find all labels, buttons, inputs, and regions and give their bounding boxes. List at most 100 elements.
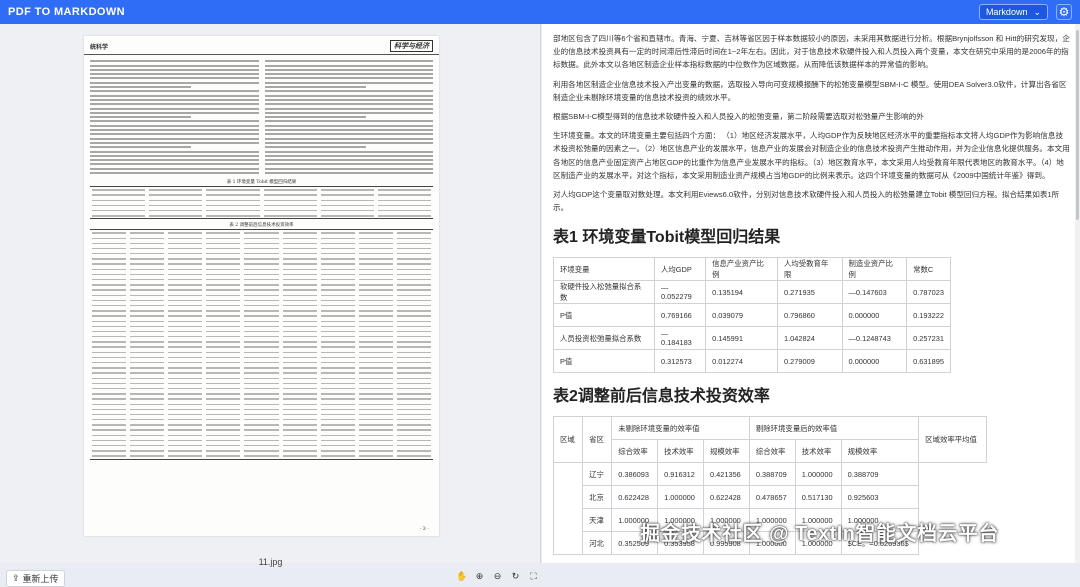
table-cell: —0.052279 [653, 280, 707, 305]
scan-text-line [264, 111, 433, 114]
scan-text-line [90, 94, 259, 97]
zoom-out-icon[interactable]: ⊖ [492, 571, 503, 582]
table-cell: 0.388709 [840, 462, 920, 487]
table-cell: 0.517130 [794, 485, 842, 510]
upload-icon: ⇪ [12, 573, 20, 583]
scanned-page-image: 统科学 科学与经济 表 1 环境变量 Tobit 模型回归结果 表 2 调整前后… [84, 36, 439, 536]
table-header-cell: 综合效率 [611, 439, 659, 464]
table-cell: 软硬件投入松弛量拟合系数 [553, 280, 655, 305]
table-cell: 0.925603 [840, 485, 920, 510]
hand-icon[interactable]: ✋ [456, 571, 467, 582]
scan-text-line [90, 137, 259, 140]
scan-text-line [264, 129, 433, 132]
table-cell: 0.135194 [705, 280, 778, 305]
scan-column-left [90, 58, 259, 176]
scan-text-line [90, 163, 259, 166]
rotate-icon[interactable]: ↻ [510, 571, 521, 582]
app-header: PDF TO MARKDOWN Markdown ⌄ ⚙ [0, 0, 1080, 24]
table-header-cell: 技术效率 [794, 439, 842, 464]
markdown-output-pane: 部地区包含了四川等6个省和直辖市。青海、宁夏、吉林等省区因于样本数据较小的原因，… [542, 24, 1080, 563]
table-cell: P值 [553, 349, 655, 374]
scan-table-row [90, 454, 433, 459]
table-header-cell: 规模效率 [840, 439, 920, 464]
paragraph: 根据SBM-I-C模型得到的信息技术软硬件投入和人员投入的松弛变量，第二阶段需要… [553, 112, 924, 122]
table-header-cell: 区域效率平均值 [918, 416, 987, 464]
table-cell: 天津 [582, 508, 613, 533]
scan-text-line [264, 103, 433, 106]
reupload-button[interactable]: ⇪ 重新上传 [6, 570, 65, 587]
scan-text-line [264, 90, 433, 93]
chevron-down-icon: ⌄ [1033, 6, 1041, 17]
scan-text-line [90, 98, 259, 101]
paragraph: 部地区包含了四川等6个省和直辖市。青海、宁夏、吉林等省区因于样本数据较小的原因，… [553, 34, 1070, 70]
scan-text-line [90, 150, 259, 153]
scan-text-line [90, 172, 259, 175]
scan-text-line [264, 159, 433, 162]
table-header-cell: 信息产业资产比例 [705, 257, 778, 282]
source-filename: 11.jpg [258, 557, 283, 567]
table-cell: 0.279009 [776, 349, 843, 374]
table-row: P值 0.769166 0.039079 0.796860 0.000000 0.1932… [553, 303, 951, 328]
scan-text-line [90, 64, 259, 67]
scan-text-line [90, 68, 259, 71]
scan-text-line [90, 111, 259, 114]
table-cell: 0.787023 [906, 280, 951, 305]
gear-icon[interactable]: ⚙ [1056, 4, 1072, 20]
scan-text-line [90, 103, 259, 106]
table-cell: 人员投资松弛量拟合系数 [553, 326, 655, 351]
scan-text-line [264, 68, 433, 71]
scan-text-line [90, 77, 259, 80]
scan-text-line [90, 60, 259, 63]
scan-text-line [264, 107, 433, 110]
scan-text-line [264, 86, 366, 89]
table-cell: 0.631895 [906, 349, 951, 374]
scan-text-line [90, 120, 259, 123]
fullscreen-icon[interactable]: ⛶ [528, 571, 539, 582]
table-row: 辽宁 0.386093 0.916312 0.421356 0.388709 1.0000… [552, 462, 987, 556]
scan-journal-name: 统科学 [90, 43, 109, 51]
zoom-in-icon[interactable]: ⊕ [474, 571, 485, 582]
scan-text-line [264, 163, 433, 166]
table-header-cell: 人均GDP [653, 257, 707, 282]
scan-text-line [90, 129, 259, 132]
table-header-cell: 未剔除环境变量的效率值 [611, 416, 750, 441]
scan-text-line [264, 133, 433, 136]
table-cell: 0.622428 [611, 485, 659, 510]
scan-text-line [264, 137, 433, 140]
table-row: 区域 省区 未剔除环境变量的效率值 剔除环境变量后的效率值 区域效率平均值 [552, 416, 987, 464]
scan-text-line [90, 116, 192, 119]
scan-table2-caption: 表 2 调整前后信息技术投资效率 [229, 223, 294, 229]
table-cell: 0.478657 [748, 485, 796, 510]
table-cell: 0.145991 [705, 326, 778, 351]
table-header-cell: 制造业资产比例 [841, 257, 908, 282]
table-header-cell: 技术效率 [657, 439, 704, 464]
scan-text-line [264, 64, 433, 67]
table1: 环境变量 人均GDP 信息产业资产比例 人均受教育年限 制造业资产比例 常数C 软硬件投入松… [553, 257, 951, 374]
scan-text-line [264, 172, 433, 175]
scan-table-row [90, 213, 433, 218]
scan-text-line [90, 133, 259, 136]
paragraph: 对人均GDP这个变量取对数处理。本文利用Eviews6.0软件，分别对信息技术软… [553, 190, 1060, 213]
table-header-cell: 规模效率 [702, 439, 750, 464]
scan-text-line [264, 150, 433, 153]
table-row: 人员投资松弛量拟合系数 —0.184183 0.145991 1.042824 —0.1… [553, 326, 951, 351]
table-cell: 河北 [582, 531, 613, 556]
scan-text-line [90, 154, 259, 157]
scan-text-line [90, 146, 192, 149]
paragraph: 利用各地区制造企业信息技术投入产出变量的数据，选取投入导向可变规模报酬下的松弛变… [553, 79, 1067, 102]
scan-text-line [90, 73, 259, 76]
scrollbar-thumb[interactable] [1076, 30, 1079, 220]
reupload-label: 重新上传 [22, 574, 59, 584]
scan-text-line [90, 141, 259, 144]
source-preview-pane: 统科学 科学与经济 表 1 环境变量 Tobit 模型回归结果 表 2 调整前后… [0, 24, 541, 587]
output-format-select[interactable]: Markdown ⌄ [978, 4, 1048, 20]
table-cell: 0.000000 [841, 349, 908, 374]
scan-text-line [264, 141, 433, 144]
table-cell: —0.147603 [841, 280, 908, 305]
watermark: 掘金技术社区 @ TextIn智能文档云平台 [640, 523, 1000, 545]
table-cell: 0.769166 [653, 303, 707, 328]
scan-section-label: 科学与经济 [390, 40, 433, 52]
table-cell: 辽宁 [582, 462, 613, 487]
scan-text-line [264, 60, 433, 63]
scan-text-line [90, 167, 259, 170]
